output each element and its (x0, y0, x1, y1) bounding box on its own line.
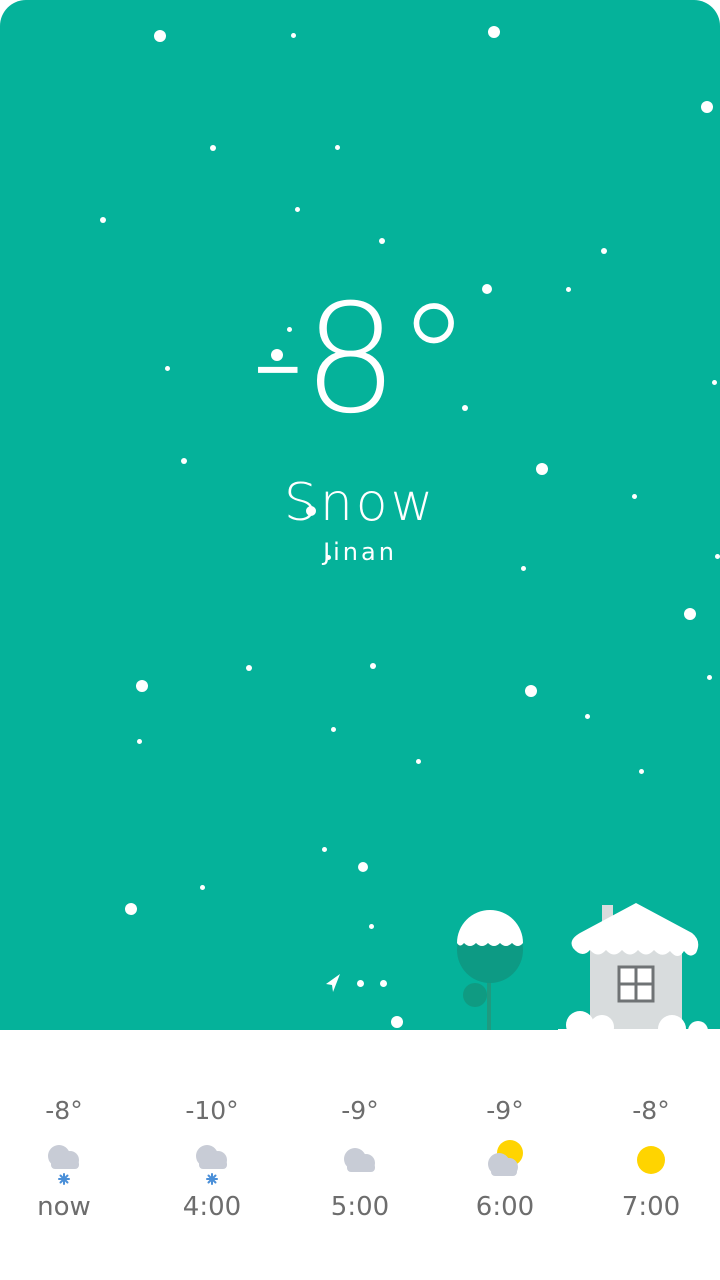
sun-icon (637, 1146, 665, 1174)
snowflake (525, 685, 537, 697)
forecast-temp: -9° (486, 1096, 524, 1125)
snowflake (199, 884, 205, 890)
forecast-temp: -8° (632, 1096, 670, 1125)
weather-condition: Snow (283, 473, 437, 533)
partly-cloudy-icon (488, 1140, 523, 1176)
forecast-time: 6:00 (475, 1192, 535, 1222)
snowflake (125, 903, 137, 915)
snowflake (488, 26, 500, 38)
snowflake (100, 217, 106, 223)
page-indicator[interactable] (325, 973, 387, 993)
cloud-snow-icon (196, 1145, 227, 1185)
weather-screen: -8° Snow Jinan -8° now -10° 4:00 -9° 5:0… (0, 0, 720, 1280)
snowflake (136, 738, 142, 744)
page-dot[interactable] (380, 979, 387, 987)
snowflake (321, 846, 327, 852)
snowflake (584, 713, 590, 719)
snowflake (290, 32, 296, 38)
cloud-icon (344, 1148, 375, 1172)
snowflake (181, 458, 187, 464)
forecast-temp: -8° (45, 1096, 83, 1125)
snowflake (706, 674, 712, 680)
snowflake (701, 101, 713, 113)
hourly-forecast[interactable]: -8° now -10° 4:00 -9° 5:00 -9° 6:00 -8° … (0, 1030, 720, 1280)
snowflake (330, 726, 336, 732)
forecast-time: now (37, 1192, 91, 1222)
snowflake (294, 206, 300, 212)
location-arrow-icon (326, 974, 340, 992)
snowflake (520, 565, 526, 571)
snowflake (370, 663, 376, 669)
tree-illustration (457, 910, 523, 1030)
snowflake (136, 680, 148, 692)
snowflake (334, 144, 340, 150)
snowflake (210, 145, 216, 151)
page-dot[interactable] (357, 979, 364, 987)
current-temperature: -8° (250, 273, 472, 447)
city-name: Jinan (323, 538, 397, 566)
snowflake (246, 665, 252, 671)
forecast-time: 4:00 (182, 1192, 242, 1222)
snowy-house-illustration (457, 903, 720, 1030)
snowflake (379, 238, 385, 244)
forecast-temp: -9° (341, 1096, 379, 1125)
snowflake (601, 248, 607, 254)
cloud-snow-icon (48, 1145, 79, 1185)
snowflake (368, 923, 374, 929)
sky-background[interactable]: -8° Snow Jinan (0, 0, 720, 1030)
snowflake (358, 862, 368, 872)
snowflake (415, 758, 421, 764)
snowflake (684, 608, 696, 620)
snowflake (391, 1016, 403, 1028)
forecast-time: 5:00 (330, 1192, 390, 1222)
forecast-time: 7:00 (621, 1192, 681, 1222)
snowflake (638, 768, 644, 774)
snowflake (154, 30, 166, 42)
house-illustration (558, 903, 720, 1030)
forecast-temp: -10° (185, 1096, 239, 1125)
